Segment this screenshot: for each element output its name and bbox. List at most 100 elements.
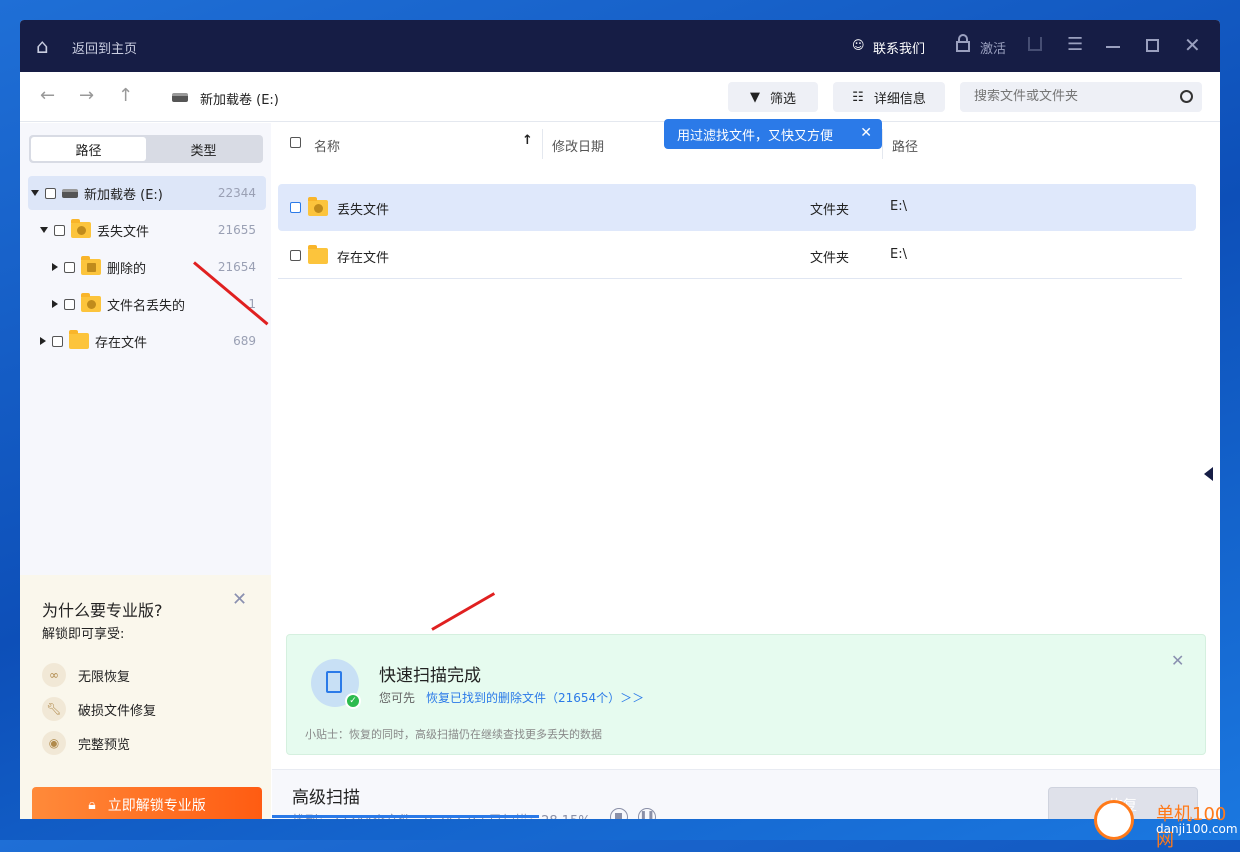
- checkbox[interactable]: [54, 224, 65, 236]
- unlock-pro-button[interactable]: 🔒︎ 立即解锁专业版: [32, 787, 262, 819]
- promo-title: 为什么要专业版?: [42, 601, 163, 620]
- stop-button[interactable]: [610, 808, 628, 819]
- tree-label: 新加载卷 (E:): [84, 187, 163, 203]
- feature-label: 无限恢复: [78, 669, 131, 685]
- expand-arrow-icon[interactable]: [40, 337, 46, 345]
- activate-link[interactable]: 激活: [980, 38, 1006, 57]
- collapse-arrow-icon[interactable]: [40, 227, 48, 233]
- up-arrow-icon[interactable]: ↑: [118, 85, 133, 106]
- notice-prefix: 您可先: [379, 691, 416, 705]
- headset-icon: ☺: [852, 38, 865, 52]
- tree-label: 丢失文件: [97, 224, 150, 240]
- pro-promo-panel: 为什么要专业版? 解锁即可享受: ✕ ∞ 无限恢复 🔧︎ 破损文件修复 ◉ 完整预览 …: [20, 575, 271, 819]
- tree-item-lost-files[interactable]: 丢失文件 21655: [28, 213, 266, 247]
- expand-arrow-icon[interactable]: [52, 263, 58, 271]
- minimize-button[interactable]: [1106, 46, 1120, 48]
- advanced-scan-title: 高级扫描: [292, 788, 360, 808]
- close-icon[interactable]: ✕: [1171, 651, 1184, 670]
- column-modified[interactable]: 修改日期: [552, 136, 604, 155]
- tree-label: 文件名丢失的: [107, 298, 186, 314]
- checkbox[interactable]: [64, 261, 75, 273]
- scan-report-icon: ✓: [311, 659, 361, 709]
- title-bar: ⌂ 返回到主页 ☺ 联系我们 激活 ☰ ✕: [20, 20, 1220, 72]
- panel-toggle-icon[interactable]: [1204, 467, 1213, 481]
- table-row[interactable]: 存在文件 文件夹 E:\: [278, 232, 1182, 279]
- search-icon[interactable]: [1180, 90, 1193, 103]
- scan-complete-notice: ✓ 快速扫描完成 您可先 恢复已找到的删除文件（21654个）＞＞ 小贴士：恢复…: [286, 634, 1206, 755]
- unknown-folder-icon: [81, 293, 101, 312]
- tree-count: 689: [233, 334, 256, 348]
- tab-path[interactable]: 路径: [31, 137, 146, 161]
- tree-item-deleted[interactable]: 删除的 21654: [28, 250, 266, 284]
- notice-tip: 小贴士：恢复的同时，高级扫描仍在继续查找更多丢失的数据: [305, 728, 602, 741]
- contact-us-link[interactable]: 联系我们: [873, 38, 925, 57]
- row-type: 文件夹: [810, 203, 850, 218]
- table-row[interactable]: 丢失文件 文件夹 E:\: [278, 184, 1196, 231]
- folder-icon: [69, 330, 89, 349]
- infinity-icon: ∞: [42, 663, 66, 687]
- close-icon[interactable]: ✕: [232, 589, 247, 610]
- drive-icon: [172, 93, 188, 102]
- column-divider: [542, 129, 543, 159]
- checkbox[interactable]: [45, 187, 56, 199]
- feature-label: 破损文件修复: [78, 703, 157, 719]
- menu-icon[interactable]: ☰: [1067, 34, 1083, 55]
- collapse-arrow-icon[interactable]: [31, 190, 39, 196]
- annotation-arrow: [431, 592, 496, 631]
- tree-label: 存在文件: [95, 335, 148, 351]
- list-icon: ☷: [852, 89, 864, 105]
- tooltip-text: 用过滤找文件，又快又方便: [677, 128, 834, 144]
- file-list-area: 名称 ↑ 修改日期 路径 丢失文件 文件夹 E:\ 存在文件 文件夹 E:\ ✓…: [272, 123, 1220, 819]
- folder-icon: [308, 245, 328, 264]
- scan-progress-bar: [272, 815, 539, 818]
- recover-deleted-link[interactable]: 恢复已找到的删除文件（21654个）＞＞: [426, 689, 644, 706]
- pause-button[interactable]: ❚❚: [638, 808, 656, 819]
- tree-count: 21655: [217, 223, 256, 237]
- column-name[interactable]: 名称: [314, 136, 340, 155]
- lost-folder-icon: [308, 197, 328, 216]
- view-tabs: 路径 类型: [29, 135, 263, 163]
- tree-item-drive[interactable]: 新加载卷 (E:) 22344: [28, 176, 266, 210]
- details-button[interactable]: ☷ 详细信息: [833, 82, 945, 112]
- select-all-checkbox[interactable]: [290, 137, 301, 148]
- row-name: 存在文件: [337, 251, 390, 266]
- unlock-label: 立即解锁专业版: [107, 798, 206, 814]
- row-checkbox[interactable]: [290, 202, 301, 213]
- row-name: 丢失文件: [337, 203, 390, 218]
- checkbox[interactable]: [52, 335, 63, 347]
- forward-arrow-icon[interactable]: →: [79, 85, 94, 106]
- close-button[interactable]: ✕: [1184, 33, 1201, 57]
- back-arrow-icon[interactable]: ←: [40, 85, 55, 106]
- expand-arrow-icon[interactable]: [52, 300, 58, 308]
- filter-tooltip: 用过滤找文件，又快又方便 ✕: [664, 119, 882, 149]
- close-icon[interactable]: ✕: [860, 125, 872, 141]
- tree-count: 21654: [217, 260, 256, 274]
- column-path[interactable]: 路径: [892, 136, 918, 155]
- checkbox[interactable]: [64, 298, 75, 310]
- current-location: 新加载卷 (E:): [200, 93, 279, 108]
- sort-asc-icon[interactable]: ↑: [522, 133, 533, 148]
- back-home-link[interactable]: 返回到主页: [72, 38, 137, 57]
- watermark-logo: [1094, 800, 1134, 840]
- wrench-icon: 🔧︎: [42, 697, 66, 721]
- filter-icon: ▼: [749, 89, 760, 105]
- search-input[interactable]: [974, 89, 1174, 104]
- tree-item-existing[interactable]: 存在文件 689: [28, 324, 266, 358]
- filter-button[interactable]: ▼ 筛选: [728, 82, 818, 112]
- notice-title: 快速扫描完成: [379, 666, 481, 686]
- details-label: 详细信息: [873, 91, 926, 107]
- share-icon[interactable]: [1028, 37, 1042, 51]
- filter-label: 筛选: [769, 91, 796, 107]
- home-icon[interactable]: ⌂: [36, 34, 49, 58]
- maximize-button[interactable]: [1146, 39, 1159, 52]
- search-box[interactable]: [960, 82, 1202, 112]
- eye-icon: ◉: [42, 731, 66, 755]
- feature-item: 🔧︎ 破损文件修复: [42, 697, 156, 721]
- lock-icon: [956, 34, 970, 52]
- drive-icon: [62, 188, 78, 198]
- feature-label: 完整预览: [78, 737, 131, 753]
- row-checkbox[interactable]: [290, 250, 301, 261]
- tab-type[interactable]: 类型: [146, 137, 261, 161]
- feature-item: ∞ 无限恢复: [42, 663, 130, 687]
- lock-icon: 🔒︎: [88, 797, 96, 813]
